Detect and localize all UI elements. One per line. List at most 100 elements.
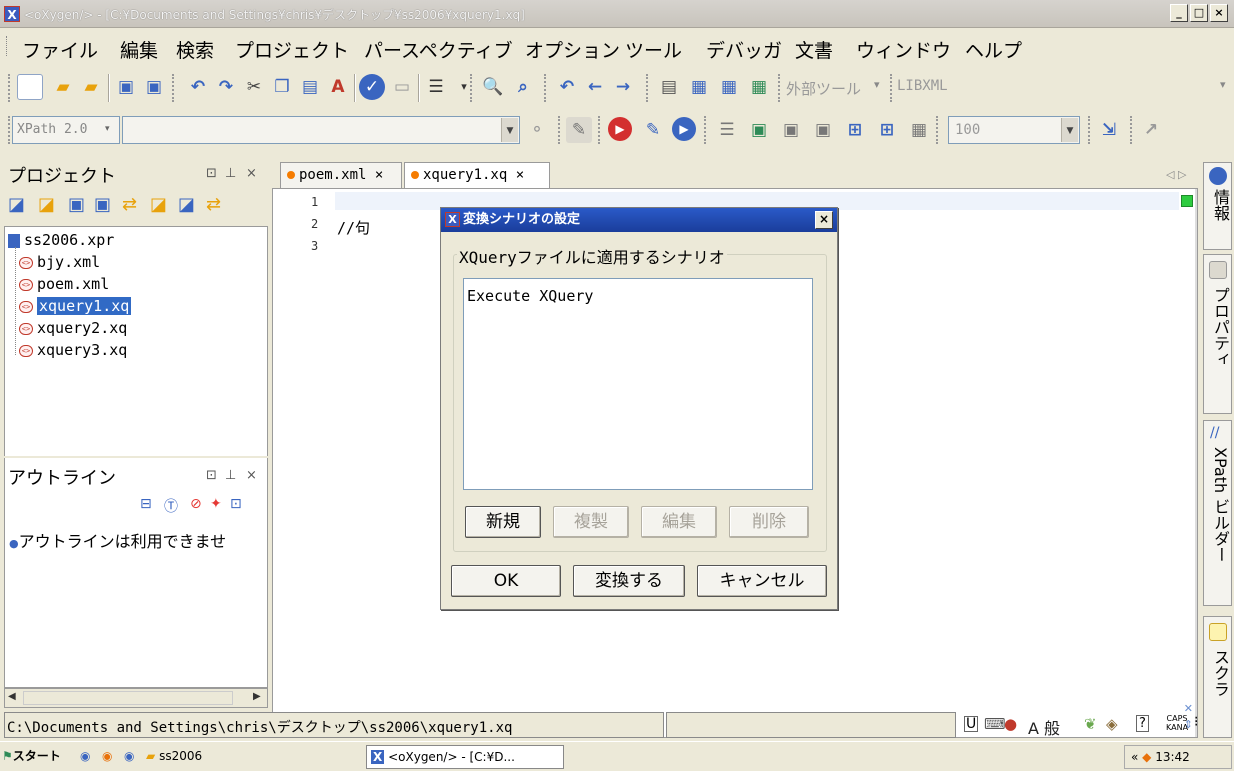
back-icon[interactable]: ← xyxy=(582,74,608,100)
xpath-input[interactable]: ▼ xyxy=(122,116,520,144)
tree-item-xquery2[interactable]: <> xquery2.xq xyxy=(19,319,127,337)
menu-tools[interactable]: ツール xyxy=(625,36,682,63)
delete-button[interactable]: 削除 xyxy=(729,506,809,538)
ime-mode[interactable]: A 般 xyxy=(1028,715,1060,739)
chevron-down-icon[interactable]: ▾ xyxy=(874,78,880,91)
ime-menu-icon[interactable]: ⁝ xyxy=(1194,714,1198,730)
find-icon[interactable]: 🔍 xyxy=(480,74,506,100)
chevron-down-icon[interactable]: ▼ xyxy=(1061,118,1078,142)
side-tab-properties[interactable]: プロパティ xyxy=(1203,254,1232,414)
debug-scenario-icon[interactable]: ✎ xyxy=(640,117,666,143)
scenario-item[interactable]: Execute XQuery xyxy=(467,287,593,305)
open-url-icon[interactable]: ▰ xyxy=(78,74,104,100)
save-icon[interactable]: ▣ xyxy=(113,74,139,100)
pin-icon[interactable]: ↗ xyxy=(1138,117,1164,143)
folder-task[interactable]: ▰ ss2006 xyxy=(146,745,306,769)
horizontal-scrollbar[interactable]: ◀ ▶ xyxy=(4,688,268,708)
help-icon[interactable]: ? xyxy=(1136,715,1149,732)
ime-pad-icon[interactable]: ◈ xyxy=(1106,715,1118,733)
menu-perspective[interactable]: パースペクティブ xyxy=(364,36,513,63)
menu-document[interactable]: 文書 xyxy=(795,36,833,63)
find-files-icon[interactable]: ⌕ xyxy=(510,74,536,100)
new-file-icon[interactable] xyxy=(17,74,43,100)
outline-filter-icon[interactable]: ⊟ xyxy=(140,496,152,512)
start-button[interactable]: ⚑スタート xyxy=(2,745,68,769)
menu-debugger[interactable]: デバッガ xyxy=(706,36,782,63)
cancel-button[interactable]: キャンセル xyxy=(697,565,827,597)
tree-item-bjy[interactable]: <> bjy.xml xyxy=(19,253,100,271)
tab-poem-xml[interactable]: poem.xml × xyxy=(280,162,402,188)
ime-icon[interactable]: ● xyxy=(1004,715,1017,733)
ie-icon[interactable]: ◉ xyxy=(80,745,90,769)
tree-item-poem[interactable]: <> poem.xml xyxy=(19,275,109,293)
scroll-thumb[interactable] xyxy=(23,691,233,705)
validate-icon[interactable]: ✓ xyxy=(359,74,385,100)
forward-icon[interactable]: → xyxy=(610,74,636,100)
tree-root[interactable]: ss2006.xpr xyxy=(8,231,114,249)
arrow-icon[interactable]: ✦ xyxy=(210,496,222,512)
menu-help[interactable]: ヘルプ xyxy=(965,36,1022,63)
chevron-down-icon[interactable]: ▼ xyxy=(501,118,518,142)
format-icon[interactable]: ☰ xyxy=(423,74,449,100)
open-folder-icon[interactable]: ▰ xyxy=(50,74,76,100)
minimize-button[interactable]: _ xyxy=(1170,4,1188,22)
pin-icon[interactable]: ⊥ xyxy=(225,468,236,483)
external-tools-menu[interactable]: 外部ツール xyxy=(786,78,861,99)
flag-icon[interactable]: ⊘ xyxy=(190,496,202,512)
database-icon[interactable]: ▣ xyxy=(810,117,836,143)
sync-icon[interactable]: ⊡ xyxy=(230,496,242,512)
edit-doc-icon[interactable]: ▣ xyxy=(778,117,804,143)
schema-icon[interactable]: ▦ xyxy=(686,74,712,100)
keyboard-icon[interactable]: ⌨ xyxy=(984,715,1006,733)
edit-button[interactable]: 編集 xyxy=(641,506,717,538)
new-project-icon[interactable]: ◪ xyxy=(8,194,25,215)
tree-item-xquery3[interactable]: <> xquery3.xq xyxy=(19,341,127,359)
add-folder-icon[interactable]: ◪ xyxy=(150,194,167,215)
dialog-close-button[interactable]: × xyxy=(815,211,833,229)
refresh-icon[interactable]: ⇄ xyxy=(206,194,221,215)
menu-edit[interactable]: 編集 xyxy=(120,36,158,63)
oxygen-task[interactable]: X <oXygen/> - [C:¥D... xyxy=(366,745,564,769)
ime-tool-icon[interactable]: ❦ xyxy=(1084,715,1097,733)
close-button[interactable]: × xyxy=(1210,4,1228,22)
redo-icon[interactable]: ↷ xyxy=(213,74,239,100)
pin-icon[interactable]: ⊥ xyxy=(225,166,236,181)
transform-button[interactable]: 変換する xyxy=(573,565,685,597)
scroll-right-icon[interactable]: ▶ xyxy=(253,691,261,702)
tree-item-xquery1[interactable]: <> xquery1.xq xyxy=(19,297,132,315)
restore-icon[interactable]: ⊡ xyxy=(206,468,217,483)
browser-icon[interactable]: ◉ xyxy=(124,745,134,769)
doc-icon[interactable]: ▭ xyxy=(389,74,415,100)
query-icon[interactable]: ▦ xyxy=(716,74,742,100)
zoom-select[interactable]: 100 ▼ xyxy=(948,116,1080,144)
export-icon[interactable]: ⇲ xyxy=(1096,117,1122,143)
side-tab-xpath-builder[interactable]: // XPath ビルダー xyxy=(1203,420,1232,606)
menu-window[interactable]: ウィンドウ xyxy=(856,36,951,63)
text-edit-icon[interactable]: A xyxy=(325,74,351,100)
menu-file[interactable]: ファイル xyxy=(22,36,98,63)
restore-icon[interactable]: ⊡ xyxy=(206,166,217,181)
menu-project[interactable]: プロジェクト xyxy=(235,36,349,63)
code-line-2[interactable]: //句 xyxy=(337,217,370,238)
save-all-icon[interactable]: ▣ xyxy=(141,74,167,100)
ok-button[interactable]: OK xyxy=(451,565,561,597)
copy-icon[interactable]: ❐ xyxy=(269,74,295,100)
scenario-list[interactable]: Execute XQuery xyxy=(463,278,813,490)
ime-toggle-icon[interactable]: U xyxy=(964,716,979,732)
indent-icon[interactable]: ☰ xyxy=(714,117,740,143)
add-files-icon[interactable]: ◪ xyxy=(178,194,195,215)
view-icon[interactable]: ▤ xyxy=(656,74,682,100)
close-icon[interactable]: × xyxy=(246,468,257,483)
link-icon[interactable]: ⇄ xyxy=(122,194,137,215)
maximize-button[interactable]: □ xyxy=(1190,4,1208,22)
last-edit-icon[interactable]: ↶ xyxy=(554,74,580,100)
close-tab-icon[interactable]: × xyxy=(516,167,524,183)
configure-scenario-icon[interactable]: ✎ xyxy=(566,117,592,143)
libxml-menu[interactable]: LIBXML xyxy=(897,78,948,94)
tree-icon[interactable]: ⊞ xyxy=(842,117,868,143)
apply-transform-icon[interactable]: ▶ xyxy=(608,117,632,141)
xpath-version-select[interactable]: XPath 2.0 ▾ xyxy=(12,116,120,144)
tab-nav-arrows[interactable]: ◁ ▷ xyxy=(1166,168,1186,181)
cut-icon[interactable]: ✂ xyxy=(241,74,267,100)
tray-icon[interactable]: ◆ xyxy=(1142,750,1151,764)
